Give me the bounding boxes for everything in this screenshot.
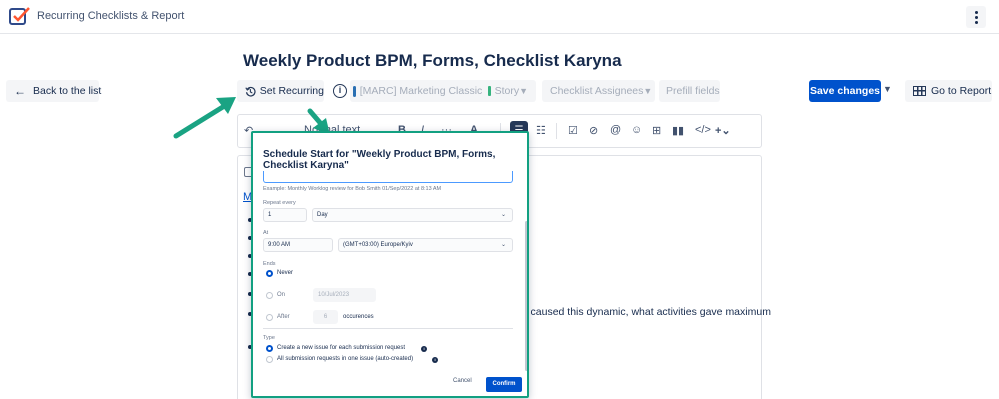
code-icon[interactable]: </>: [695, 124, 711, 136]
ends-on-date-input[interactable]: 10/Jul/2023: [313, 288, 376, 302]
ends-after-value: 6: [323, 314, 328, 320]
annotation-arrow-head: [216, 97, 236, 114]
modal-title: Schedule Start for "Weekly Product BPM, …: [263, 149, 496, 171]
timezone-value: (GMT+03:00) Europe/Kyiv: [343, 242, 413, 248]
repeat-every-label: Repeat every: [263, 200, 296, 206]
ends-never-radio[interactable]: [266, 270, 273, 277]
ends-after-radio[interactable]: [266, 314, 273, 321]
chevron-down-icon: ⌄: [500, 212, 506, 218]
info-icon[interactable]: i: [421, 346, 427, 352]
confirm-button[interactable]: Confirm: [486, 377, 522, 392]
checklist-assignees-select[interactable]: Checklist Assignees ▼: [542, 80, 655, 102]
ends-after-input[interactable]: 6: [313, 310, 338, 324]
chevron-down-icon: ▼: [519, 86, 528, 96]
info-icon[interactable]: i: [333, 84, 347, 98]
type-label: Type: [263, 335, 275, 341]
task-checkbox-icon[interactable]: ☑: [568, 124, 578, 137]
schedule-start-modal: Schedule Start for "Weekly Product BPM, …: [251, 131, 529, 398]
kebab-menu-icon[interactable]: [966, 6, 986, 28]
page-title: Weekly Product BPM, Forms, Checklist Kar…: [243, 51, 622, 70]
timezone-select[interactable]: (GMT+03:00) Europe/Kyiv ⌄: [338, 238, 513, 252]
type-new-issue-radio[interactable]: [266, 345, 273, 352]
mention-icon[interactable]: @: [610, 124, 621, 136]
link-icon[interactable]: ⊘: [589, 124, 598, 137]
chevron-down-icon: ⌄: [500, 242, 506, 248]
ends-after-label: After: [277, 314, 290, 320]
back-to-list-button[interactable]: ← Back to the list: [6, 80, 102, 102]
save-changes-button[interactable]: Save changes: [809, 80, 881, 102]
repeat-every-input[interactable]: 1: [263, 208, 307, 222]
schedule-hint: Example: Monthly Worklog review for Bob …: [263, 186, 442, 192]
go-to-report-button[interactable]: Go to Report: [905, 80, 992, 102]
insert-more-icon[interactable]: +⌄: [715, 124, 731, 137]
cancel-button[interactable]: Cancel: [453, 378, 472, 384]
top-bar: Recurring Checklists & Report: [0, 0, 999, 34]
occurrences-label: occurences: [343, 314, 374, 320]
at-label: At: [263, 230, 269, 236]
annotation-arrow-shaft: [173, 102, 229, 139]
assignees-label: Checklist Assignees: [550, 85, 644, 97]
save-label: Save changes: [809, 85, 881, 97]
save-dropdown-chevron-icon[interactable]: ▼: [883, 84, 892, 94]
at-time-value: 9:00 AM: [268, 242, 291, 248]
ends-on-radio[interactable]: [266, 292, 273, 299]
history-icon: [245, 86, 256, 96]
prefill-label: Prefill fields: [666, 85, 720, 97]
layout-icon[interactable]: ▮▮: [672, 124, 684, 137]
app-title: Recurring Checklists & Report: [37, 10, 185, 22]
report-label: Go to Report: [931, 85, 992, 97]
arrow-left-icon: ←: [14, 84, 26, 98]
info-icon[interactable]: i: [432, 357, 438, 363]
ends-never-label: Never: [277, 270, 294, 276]
project-icon: [353, 85, 356, 97]
table-insert-icon[interactable]: ⊞: [652, 124, 661, 137]
modal-divider: [263, 328, 513, 329]
ends-on-value: 10/Jul/2023: [318, 292, 350, 298]
repeat-unit-select[interactable]: Day ⌄: [312, 208, 513, 222]
chevron-down-icon: ▼: [643, 86, 653, 96]
back-label: Back to the list: [33, 85, 102, 97]
ends-label: Ends: [263, 261, 276, 267]
emoji-icon[interactable]: ☺: [631, 124, 642, 136]
project-select[interactable]: [MARC] Marketing Classic Story ▼: [350, 80, 536, 102]
numbered-list-icon[interactable]: ☷: [536, 124, 546, 137]
checklist-logo-icon: [9, 7, 30, 25]
type-single-issue-label: All submission requests in one issue (au…: [277, 356, 414, 362]
type-new-issue-label: Create a new issue for each submission r…: [277, 345, 406, 351]
at-time-input[interactable]: 9:00 AM: [263, 238, 333, 252]
project-value: [MARC] Marketing Classic: [359, 85, 483, 97]
ends-on-label: On: [277, 292, 286, 298]
story-icon: [488, 86, 491, 96]
issue-type-value: Story: [494, 85, 520, 97]
type-single-issue-radio[interactable]: [266, 356, 273, 363]
modal-scrollbar[interactable]: [525, 221, 527, 371]
prefill-fields-button[interactable]: Prefill fields: [659, 80, 720, 102]
repeat-every-value: 1: [268, 212, 272, 218]
toolbar-divider: [556, 123, 557, 139]
schedule-name-field[interactable]: [263, 171, 513, 183]
set-recurring-button[interactable]: Set Recurring: [237, 80, 324, 102]
table-icon: [913, 86, 926, 96]
repeat-unit-value: Day: [317, 212, 328, 218]
editor-text: hat caused this dynamic, what activities…: [513, 306, 771, 318]
set-recurring-label: Set Recurring: [259, 85, 324, 97]
